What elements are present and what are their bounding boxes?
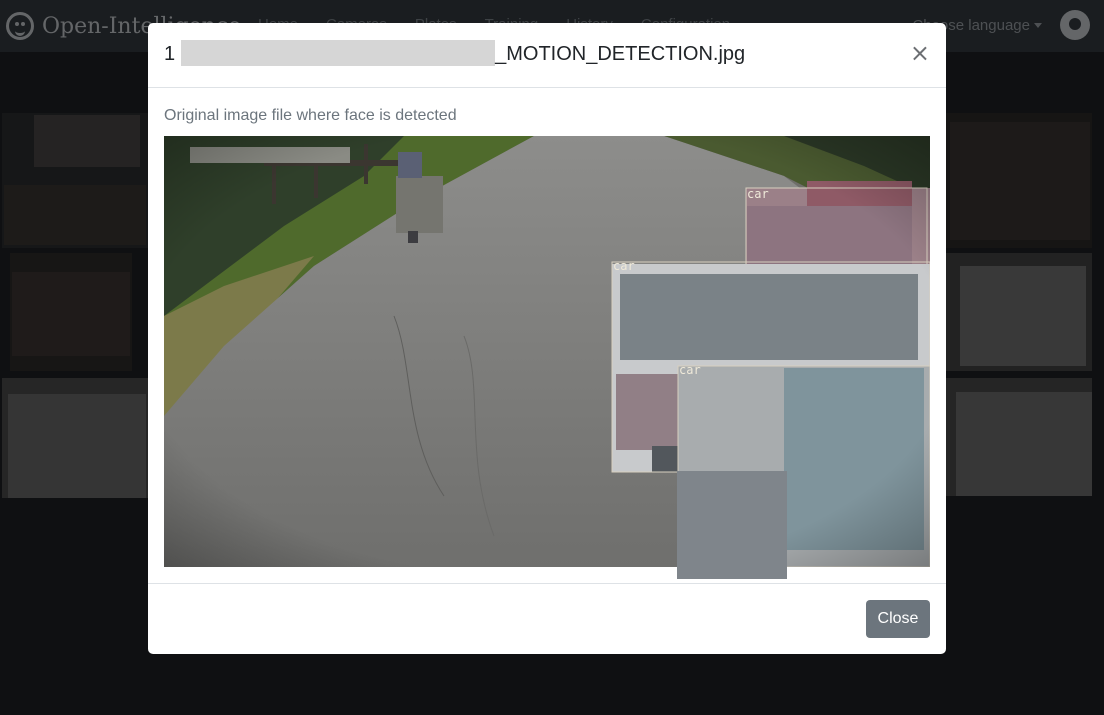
- detection-image: car car car: [164, 136, 930, 579]
- image-caption: Original image file where face is detect…: [164, 107, 457, 124]
- close-button[interactable]: Close: [866, 600, 930, 638]
- modal-title: 1 _MOTION_DETECTION.jpg: [164, 40, 745, 66]
- modal-body: Original image file where face is detect…: [148, 88, 946, 583]
- redacted-filename: [181, 40, 496, 66]
- close-icon[interactable]: ×: [910, 39, 930, 67]
- detection-photo-svg: car car car: [164, 136, 930, 579]
- title-suffix: _MOTION_DETECTION.jpg: [495, 43, 746, 65]
- modal-header: 1 _MOTION_DETECTION.jpg ×: [148, 23, 946, 88]
- image-modal: 1 _MOTION_DETECTION.jpg × Original image …: [148, 23, 946, 654]
- title-prefix: 1: [164, 43, 176, 65]
- modal-footer: Close: [148, 583, 946, 654]
